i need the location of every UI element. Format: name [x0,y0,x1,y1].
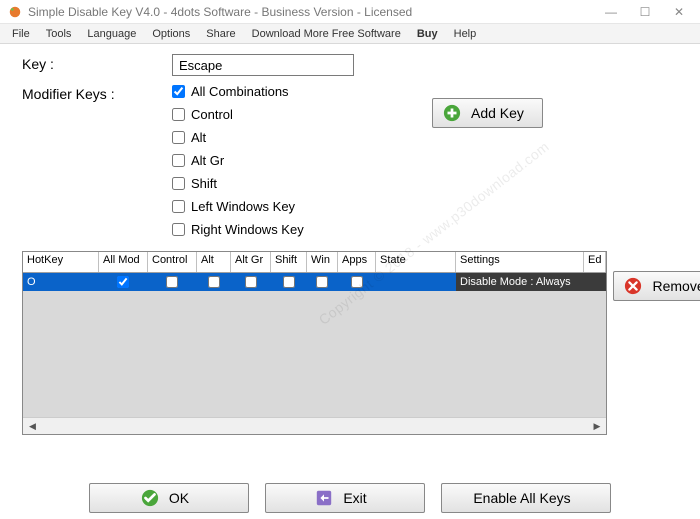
remove-button[interactable]: Remove [613,271,700,301]
cell-edit [584,273,606,291]
chk-all-combinations[interactable] [172,85,185,98]
add-key-label: Add Key [471,105,524,121]
menu-download[interactable]: Download More Free Software [244,26,409,42]
menu-options[interactable]: Options [144,26,198,42]
cell-control-chk[interactable] [166,276,178,288]
chk-altgr[interactable] [172,154,185,167]
plus-icon [443,104,461,122]
close-button[interactable]: ✕ [662,1,696,23]
remove-label: Remove [652,278,700,294]
exit-icon [315,489,333,507]
chk-lwin[interactable] [172,200,185,213]
cell-state [376,273,456,291]
cell-shift-chk[interactable] [283,276,295,288]
add-key-button[interactable]: Add Key [432,98,543,128]
menu-share[interactable]: Share [198,26,243,42]
check-icon [141,489,159,507]
chk-control[interactable] [172,108,185,121]
key-label: Key : [22,54,172,72]
cell-hotkey: O [23,273,99,291]
col-win[interactable]: Win [307,252,338,272]
menu-language[interactable]: Language [79,26,144,42]
chk-rwin-label: Right Windows Key [191,222,304,237]
col-edit[interactable]: Ed [584,252,606,272]
chk-shift[interactable] [172,177,185,190]
chk-alt-label: Alt [191,130,206,145]
chk-rwin[interactable] [172,223,185,236]
app-icon [8,5,22,19]
bottom-bar: OK Exit Enable All Keys [0,483,700,513]
chk-alt[interactable] [172,131,185,144]
chk-all-combinations-label: All Combinations [191,84,289,99]
menu-help[interactable]: Help [446,26,485,42]
keys-grid: HotKey All Mod Control Alt Alt Gr Shift … [22,251,607,435]
ok-button[interactable]: OK [89,483,249,513]
menu-buy[interactable]: Buy [409,26,446,42]
chk-altgr-label: Alt Gr [191,153,224,168]
col-apps[interactable]: Apps [338,252,376,272]
exit-label: Exit [343,490,366,506]
table-row[interactable]: O Disable Mode : Always [23,273,606,291]
grid-header: HotKey All Mod Control Alt Alt Gr Shift … [23,252,606,273]
maximize-button[interactable]: ☐ [628,1,662,23]
col-allmod[interactable]: All Mod [99,252,148,272]
cell-allmod-chk[interactable] [117,276,129,288]
cell-alt-chk[interactable] [208,276,220,288]
col-hotkey[interactable]: HotKey [23,252,99,272]
scroll-left-icon[interactable]: ◀ [25,419,40,434]
cell-apps-chk[interactable] [351,276,363,288]
chk-lwin-label: Left Windows Key [191,199,295,214]
enable-all-keys-label: Enable All Keys [473,490,570,506]
modifiers-label: Modifier Keys : [22,84,172,102]
exit-button[interactable]: Exit [265,483,425,513]
cell-altgr-chk[interactable] [245,276,257,288]
window-title: Simple Disable Key V4.0 - 4dots Software… [28,5,412,19]
scroll-right-icon[interactable]: ▶ [589,419,604,434]
col-control[interactable]: Control [148,252,197,272]
col-state[interactable]: State [376,252,456,272]
col-shift[interactable]: Shift [271,252,307,272]
ok-label: OK [169,490,189,506]
minimize-button[interactable]: — [594,1,628,23]
modifiers-group: All Combinations Control Alt Alt Gr Shif… [172,84,678,237]
col-alt[interactable]: Alt [197,252,231,272]
enable-all-keys-button[interactable]: Enable All Keys [441,483,611,513]
grid-body [23,291,606,417]
menu-tools[interactable]: Tools [38,26,80,42]
col-altgr[interactable]: Alt Gr [231,252,271,272]
chk-shift-label: Shift [191,176,217,191]
cell-settings: Disable Mode : Always [456,273,584,291]
menu-file[interactable]: File [4,26,38,42]
cell-win-chk[interactable] [316,276,328,288]
titlebar: Simple Disable Key V4.0 - 4dots Software… [0,0,700,24]
remove-icon [624,277,642,295]
col-settings[interactable]: Settings [456,252,584,272]
chk-control-label: Control [191,107,233,122]
horizontal-scrollbar[interactable]: ◀ ▶ [23,417,606,434]
key-input[interactable] [172,54,354,76]
menubar: File Tools Language Options Share Downlo… [0,24,700,44]
